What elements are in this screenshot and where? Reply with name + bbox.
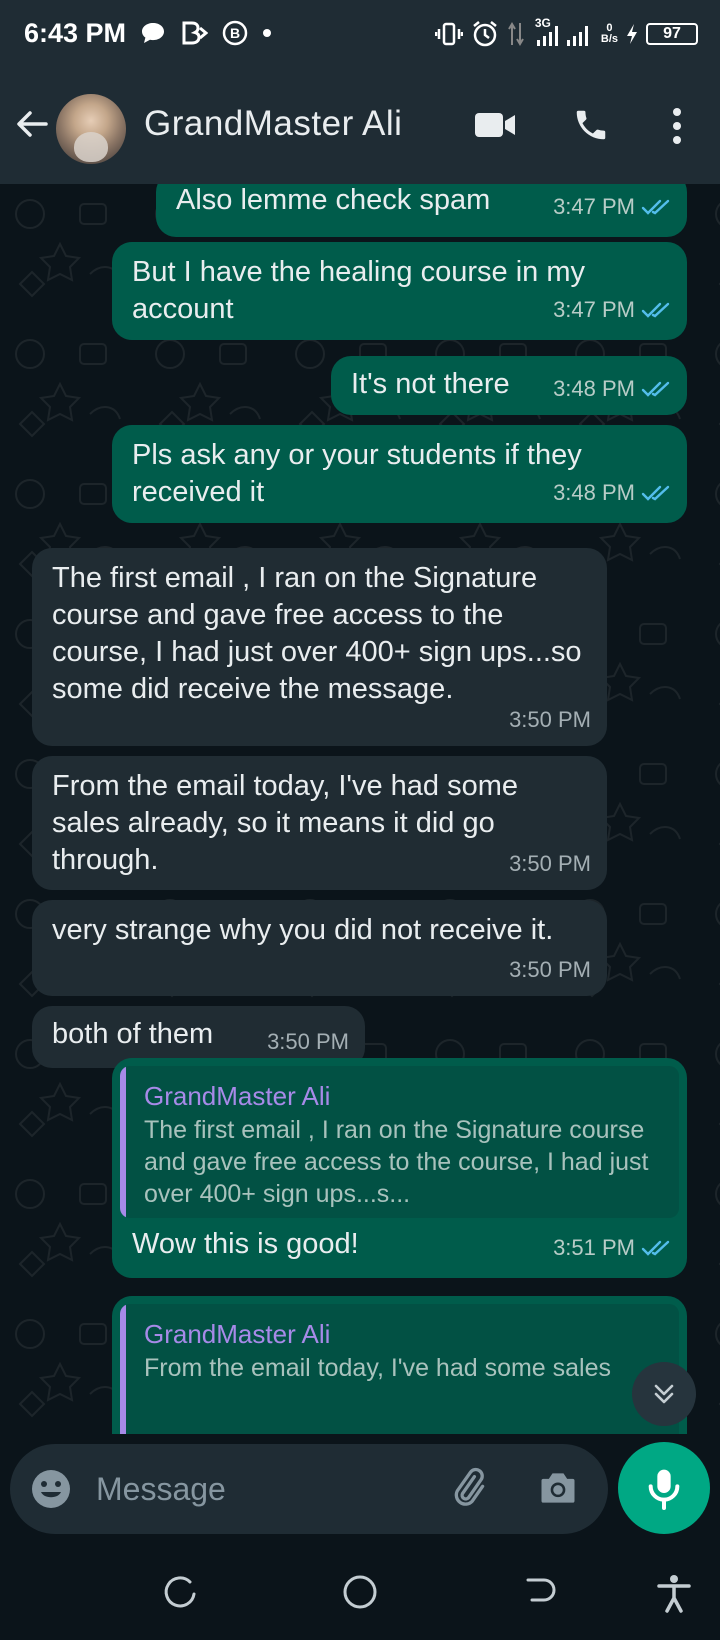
dot-icon (263, 29, 271, 37)
message-text: Also lemme check spam (176, 184, 491, 216)
svg-text:B: B (230, 25, 240, 41)
charging-icon (627, 24, 637, 44)
contact-name[interactable]: GrandMaster Ali (144, 104, 402, 144)
message-input[interactable] (96, 1462, 416, 1516)
video-call-icon[interactable] (474, 110, 516, 140)
message-bubble-incoming[interactable]: very strange why you did not receive it.… (32, 900, 607, 996)
b-circle-icon: B (222, 20, 248, 46)
message-time: 3:48 PM (553, 376, 635, 401)
scroll-to-bottom-button[interactable] (632, 1362, 696, 1426)
system-nav-bar (0, 1544, 720, 1640)
message-text: From the email today, I've had some sale… (52, 770, 518, 876)
message-composer (10, 1444, 608, 1534)
message-time: 3:50 PM (509, 957, 591, 982)
message-text: The first email , I ran on the Signature… (52, 562, 582, 705)
read-ticks-icon (641, 381, 670, 397)
message-time: 3:47 PM (553, 297, 635, 322)
message-bubble-outgoing[interactable]: Pls ask any or your students if they rec… (112, 425, 687, 523)
camera-icon[interactable] (536, 1466, 580, 1510)
signal-3g: 3G (533, 16, 593, 48)
data-arrows-icon (508, 22, 524, 46)
voice-message-button[interactable] (618, 1442, 710, 1534)
mic-icon (648, 1469, 680, 1510)
message-text: It's not there (351, 368, 510, 400)
quoted-text: The first email , I ran on the Signature… (144, 1116, 649, 1208)
alarm-icon (473, 21, 497, 47)
emoji-icon[interactable] (30, 1468, 72, 1510)
status-bar: 6:43 PM B 3G 0 B/s 97 (0, 0, 720, 76)
read-ticks-icon (641, 485, 670, 501)
message-time: 3:51 PM (553, 1235, 635, 1260)
bolt-b-icon (182, 21, 208, 45)
message-bubble-incoming[interactable]: From the email today, I've had some sale… (32, 756, 607, 890)
message-time: 3:48 PM (553, 480, 635, 505)
quoted-message[interactable]: GrandMaster Ali From the email today, I'… (120, 1304, 679, 1434)
message-time: 3:47 PM (553, 194, 635, 219)
signal-strength-icon (536, 26, 588, 46)
message-bubble-outgoing[interactable]: It's not there 3:48 PM (331, 356, 687, 415)
quoted-author: GrandMaster Ali (144, 1319, 331, 1349)
message-bubble-outgoing[interactable]: Also lemme check spam 3:47 PM (156, 184, 687, 237)
more-options-icon[interactable] (664, 106, 690, 146)
back-arrow-icon[interactable] (14, 106, 50, 142)
quoted-message[interactable]: GrandMaster Ali The first email , I ran … (120, 1066, 679, 1218)
double-chevron-down-icon (654, 1384, 674, 1404)
network-speed: 0 B/s (600, 22, 618, 45)
chat-bubble-icon (142, 23, 164, 43)
message-time: 3:50 PM (267, 1029, 349, 1054)
quoted-text: From the email today, I've had some sale… (144, 1354, 612, 1382)
message-time: 3:50 PM (509, 707, 591, 732)
message-bubble-outgoing[interactable]: But I have the healing course in my acco… (112, 242, 687, 340)
voice-call-icon[interactable] (572, 106, 610, 144)
message-bubble-outgoing-reply[interactable]: GrandMaster Ali The first email , I ran … (112, 1058, 687, 1278)
back-nav-icon[interactable] (522, 1574, 558, 1610)
chat-header: GrandMaster Ali (0, 76, 720, 184)
status-time: 6:43 PM (24, 18, 127, 48)
message-bubble-incoming[interactable]: The first email , I ran on the Signature… (32, 548, 607, 746)
message-text: very strange why you did not receive it. (52, 914, 554, 946)
read-ticks-icon (641, 199, 670, 215)
message-bubble-outgoing-reply[interactable]: GrandMaster Ali From the email today, I'… (112, 1296, 687, 1434)
message-text: both of them (52, 1018, 214, 1050)
message-text: Wow this is good! (132, 1228, 359, 1260)
message-time: 3:50 PM (509, 851, 591, 876)
message-list[interactable]: Also lemme check spam 3:47 PM But I have… (0, 184, 720, 1434)
home-icon[interactable] (340, 1574, 380, 1614)
attach-icon[interactable] (446, 1466, 490, 1510)
avatar[interactable] (56, 94, 126, 164)
read-ticks-icon (641, 302, 670, 318)
read-ticks-icon (641, 1240, 670, 1256)
vibrate-icon (434, 22, 463, 46)
battery-level: 97 (646, 23, 698, 45)
accessibility-icon[interactable] (656, 1574, 692, 1614)
recent-apps-icon[interactable] (162, 1574, 198, 1610)
quoted-author: GrandMaster Ali (144, 1081, 331, 1111)
